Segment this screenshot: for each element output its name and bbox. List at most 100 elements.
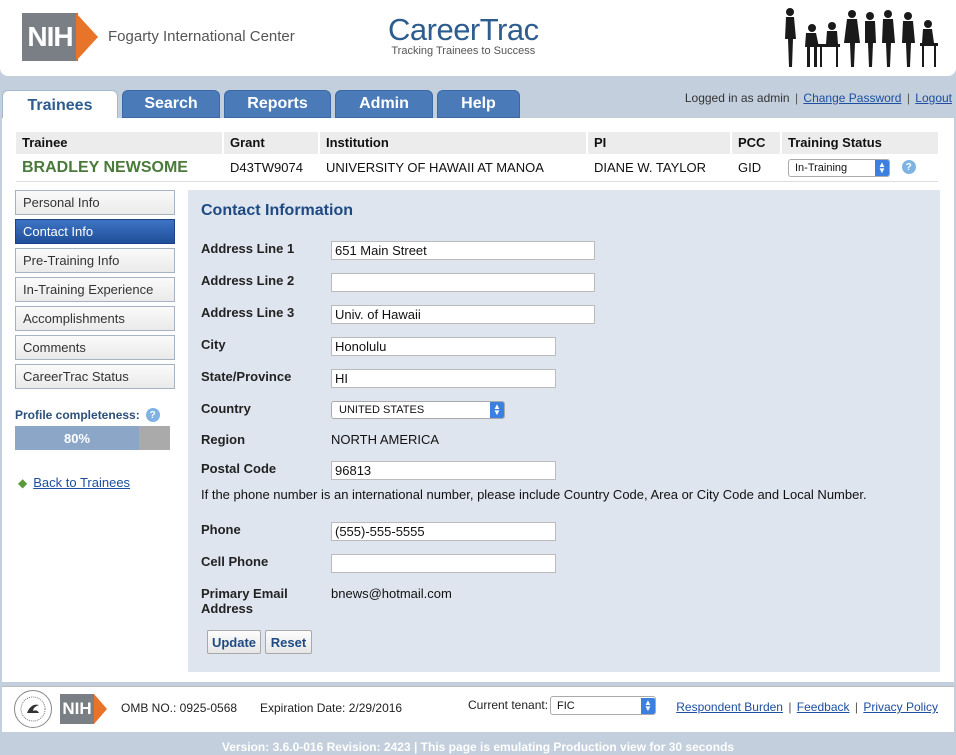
left-nav: Personal Info Contact Info Pre-Training …: [15, 190, 175, 393]
feedback-link[interactable]: Feedback: [797, 700, 850, 714]
phone-input[interactable]: (555)-555-5555: [331, 522, 556, 541]
privacy-policy-link[interactable]: Privacy Policy: [863, 700, 938, 714]
respondent-burden-link[interactable]: Respondent Burden: [676, 700, 783, 714]
nih-logo-text: NIH: [22, 13, 78, 61]
trainee-info-table: Trainee Grant Institution PI PCC Trainin…: [16, 132, 938, 182]
institution-value: UNIVERSITY OF HAWAII AT MANOA: [326, 160, 544, 175]
divider: |: [906, 91, 910, 105]
people-silhouettes-icon: [785, 8, 938, 67]
page-header: NIH Fogarty International Center CareerT…: [0, 0, 956, 76]
nav-in-training-experience[interactable]: In-Training Experience: [15, 277, 175, 302]
login-bar: Logged in as admin | Change Password | L…: [685, 91, 952, 105]
version-banner: Version: 3.6.0-016 Revision: 2423 | This…: [221, 740, 735, 754]
select-arrows-icon: ▲ ▼: [490, 402, 504, 418]
cell-phone-label: Cell Phone: [201, 554, 269, 569]
update-button[interactable]: Update: [207, 630, 261, 654]
select-arrows-icon: ▲ ▼: [641, 697, 655, 714]
column-header-training-status: Training Status: [788, 135, 882, 150]
pi-value: DIANE W. TAYLOR: [594, 160, 706, 175]
main-tabs: Trainees Search Reports Admin Help: [2, 90, 524, 120]
cell-phone-input[interactable]: [331, 554, 556, 573]
column-header-institution: Institution: [320, 132, 588, 154]
help-icon[interactable]: ?: [145, 408, 160, 422]
column-header-grant: Grant: [224, 132, 320, 154]
nih-logo[interactable]: NIH: [22, 12, 98, 62]
state-label: State/Province: [201, 369, 292, 384]
divider: |: [794, 91, 799, 105]
page-footer: NIH OMB NO.: 0925-0568 Expiration Date: …: [2, 686, 954, 732]
region-label: Region: [201, 432, 246, 447]
main-panel: Trainee Grant Institution PI PCC Trainin…: [2, 118, 954, 682]
tenant-value: FIC: [557, 699, 575, 712]
training-status-select[interactable]: In-Training ▲ ▼: [788, 158, 890, 177]
tab-search[interactable]: Search: [122, 90, 220, 118]
tab-help[interactable]: Help: [437, 90, 520, 118]
nav-accomplishments[interactable]: Accomplishments: [15, 306, 175, 331]
back-to-trainees-link[interactable]: Back to Trainees: [33, 475, 130, 490]
omb-number: OMB NO.: 0925-0568: [121, 701, 238, 715]
training-status-value: In-Training: [795, 161, 848, 174]
login-status: Logged in as admin: [684, 91, 790, 105]
contact-form-panel: Contact Information Address Line 1 651 M…: [188, 190, 940, 672]
pcc-value: GID: [738, 160, 762, 175]
column-header-trainee: Trainee: [16, 132, 224, 154]
nih-arrow-icon: [94, 694, 107, 724]
postal-code-label: Postal Code: [201, 461, 277, 476]
profile-completeness: Profile completeness: ? 80%: [15, 408, 175, 450]
tab-reports[interactable]: Reports: [224, 90, 331, 118]
address3-input[interactable]: Univ. of Hawaii: [331, 305, 595, 324]
tab-trainees[interactable]: Trainees: [2, 90, 118, 120]
nav-pre-training-info[interactable]: Pre-Training Info: [15, 248, 175, 273]
divider: |: [854, 700, 858, 714]
country-select[interactable]: UNITED STATES ▲ ▼: [331, 401, 505, 419]
email-value: bnews@hotmail.com: [331, 586, 452, 601]
address2-label: Address Line 2: [201, 273, 295, 288]
phone-label: Phone: [201, 522, 241, 537]
progress-fill: 80%: [15, 426, 139, 450]
profile-completeness-text: Profile completeness:: [15, 408, 140, 422]
nav-comments[interactable]: Comments: [15, 335, 175, 360]
app-subtitle: Tracking Trainees to Success: [391, 45, 536, 57]
back-arrow-icon: ◆: [18, 475, 28, 490]
back-to-trainees: ◆ Back to Trainees: [18, 475, 130, 490]
footer-nih-logo-text: NIH: [60, 694, 94, 724]
nih-arrow-icon: [76, 13, 98, 61]
tab-admin[interactable]: Admin: [335, 90, 433, 118]
postal-code-input[interactable]: 96813: [331, 461, 556, 480]
training-status-cell: In-Training ▲ ▼ ?: [782, 158, 938, 177]
select-arrows-icon: ▲ ▼: [875, 159, 889, 176]
grant-value: D43TW9074: [230, 160, 303, 175]
form-title: Contact Information: [201, 202, 353, 219]
nav-contact-info[interactable]: Contact Info: [15, 219, 175, 244]
profile-progress-bar: 80%: [15, 426, 170, 450]
city-label: City: [201, 337, 226, 352]
address3-label: Address Line 3: [201, 305, 295, 320]
change-password-link[interactable]: Change Password: [803, 91, 901, 105]
help-icon[interactable]: ?: [901, 160, 916, 175]
tenant-label: Current tenant:: [468, 698, 549, 712]
email-label-line2: Address: [201, 601, 254, 616]
country-label: Country: [201, 401, 251, 416]
divider: |: [788, 700, 792, 714]
column-header-pcc: PCC: [732, 132, 782, 154]
city-input[interactable]: Honolulu: [331, 337, 556, 356]
logout-link[interactable]: Logout: [915, 91, 952, 105]
address1-label: Address Line 1: [201, 241, 295, 256]
table-header-row: Trainee Grant Institution PI PCC Trainin…: [16, 132, 938, 154]
email-label: Primary Email Address: [201, 586, 288, 616]
state-input[interactable]: HI: [331, 369, 556, 388]
address1-input[interactable]: 651 Main Street: [331, 241, 595, 260]
email-label-line1: Primary Email: [201, 586, 288, 601]
app-title: CareerTrac: [388, 12, 539, 47]
reset-button[interactable]: Reset: [265, 630, 312, 654]
address2-input[interactable]: [331, 273, 595, 292]
column-header-pi: PI: [588, 132, 732, 154]
region-value: NORTH AMERICA: [331, 432, 440, 447]
expiration-date: Expiration Date: 2/29/2016: [260, 701, 403, 715]
country-value: UNITED STATES: [339, 404, 425, 416]
nav-careertrac-status[interactable]: CareerTrac Status: [15, 364, 175, 389]
tenant-select[interactable]: FIC ▲ ▼: [550, 696, 656, 715]
footer-nih-logo[interactable]: NIH: [60, 694, 107, 724]
nav-personal-info[interactable]: Personal Info: [15, 190, 175, 215]
center-name: Fogarty International Center: [108, 28, 295, 45]
